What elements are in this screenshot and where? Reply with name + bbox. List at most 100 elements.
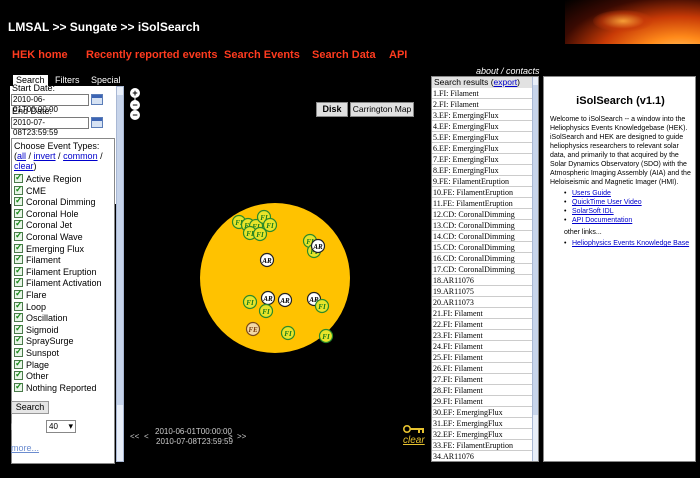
time-prev-button[interactable]: <	[144, 432, 149, 441]
disk-view-button[interactable]: Disk	[316, 102, 348, 117]
nav-recently-reported[interactable]: Recently reported events	[86, 49, 217, 61]
time-next-button[interactable]: >	[228, 432, 233, 441]
event-type-spraysurge[interactable]: SpraySurge	[14, 334, 74, 348]
max-hits-select[interactable]: 40	[46, 420, 76, 433]
end-calendar-icon[interactable]	[91, 117, 103, 128]
tab-filters[interactable]: Filters	[52, 75, 83, 86]
result-row[interactable]: 15.CD: CoronalDimming	[432, 242, 532, 253]
result-row[interactable]: 34.AR11076	[432, 451, 532, 461]
checkbox-icon[interactable]	[14, 311, 23, 323]
checkbox-icon[interactable]	[14, 276, 23, 288]
checkbox-icon[interactable]	[14, 242, 23, 253]
checkbox-icon[interactable]	[14, 288, 23, 299]
result-row[interactable]: 1.FI: Filament	[432, 88, 532, 99]
users-guide-link[interactable]: Users Guide	[564, 189, 694, 198]
checkbox-icon[interactable]	[14, 323, 23, 334]
result-row[interactable]: 20.AR11073	[432, 297, 532, 308]
result-row[interactable]: 26.FI: Filament	[432, 363, 532, 374]
event-marker-ar[interactable]: AR	[310, 238, 326, 254]
result-row[interactable]: 21.FI: Filament	[432, 308, 532, 319]
zoom-out-icon[interactable]: −	[130, 100, 140, 110]
result-row[interactable]: 3.EF: EmergingFlux	[432, 110, 532, 121]
event-type-active-region[interactable]: Active Region	[14, 172, 82, 186]
result-row[interactable]: 22.FI: Filament	[432, 319, 532, 330]
sun-disk-map[interactable]: FIFIFIFIFIFIFIFIFIARARFIARARARFIFIFIFIFE	[200, 203, 350, 353]
nav-search-data[interactable]: Search Data	[312, 49, 376, 61]
result-row[interactable]: 19.AR11075	[432, 286, 532, 297]
event-type-filament-eruption[interactable]: Filament Eruption	[14, 265, 97, 279]
event-type-nothing-reported[interactable]: Nothing Reported	[14, 381, 97, 395]
time-prev-fast-button[interactable]: <<	[130, 432, 139, 441]
result-row[interactable]: 27.FI: Filament	[432, 374, 532, 385]
result-row[interactable]: 24.FI: Filament	[432, 341, 532, 352]
result-row[interactable]: 33.FE: FilamentEruption	[432, 440, 532, 451]
checkbox-icon[interactable]	[14, 358, 23, 369]
result-row[interactable]: 18.AR11076	[432, 275, 532, 286]
result-row[interactable]: 2.FI: Filament	[432, 99, 532, 110]
checkbox-icon[interactable]	[14, 334, 23, 346]
checkbox-icon[interactable]	[14, 253, 23, 265]
event-type-coronal-jet[interactable]: Coronal Jet	[14, 218, 72, 232]
result-row[interactable]: 14.CD: CoronalDimming	[432, 231, 532, 242]
checkbox-icon[interactable]	[14, 195, 23, 207]
checkbox-icon[interactable]	[14, 346, 23, 357]
result-row[interactable]: 31.EF: EmergingFlux	[432, 418, 532, 429]
checkbox-icon[interactable]	[14, 172, 23, 183]
select-all-link[interactable]: all	[17, 151, 26, 161]
result-row[interactable]: 28.FI: Filament	[432, 385, 532, 396]
event-marker-ar[interactable]: AR	[260, 290, 276, 306]
event-type-coronal-wave[interactable]: Coronal Wave	[14, 230, 83, 244]
event-marker-fi[interactable]: FI	[314, 298, 330, 314]
nav-search-events[interactable]: Search Events	[224, 49, 300, 61]
result-row[interactable]: 6.EF: EmergingFlux	[432, 143, 532, 154]
checkbox-icon[interactable]	[14, 207, 23, 218]
event-marker-fi[interactable]: FI	[252, 226, 268, 242]
results-scrollbar[interactable]	[532, 77, 538, 461]
result-row[interactable]: 9.FE: FilamentEruption	[432, 176, 532, 187]
checkbox-icon[interactable]	[14, 381, 23, 392]
event-marker-fi[interactable]: FI	[318, 328, 334, 344]
start-calendar-icon[interactable]	[91, 94, 103, 105]
export-link[interactable]: export	[494, 77, 518, 87]
result-row[interactable]: 25.FI: Filament	[432, 352, 532, 363]
result-row[interactable]: 29.FI: Filament	[432, 396, 532, 407]
clear-map-link[interactable]: clear	[403, 435, 425, 446]
hek-knowledge-base-link[interactable]: Heliophysics Events Knowledge Base	[564, 239, 689, 248]
search-button[interactable]: Search	[11, 401, 49, 414]
tab-special[interactable]: Special	[88, 75, 124, 86]
zoom-in-icon[interactable]: +	[130, 88, 140, 98]
result-row[interactable]: 10.FE: FilamentEruption	[432, 187, 532, 198]
checkbox-icon[interactable]	[14, 218, 23, 230]
zoom-reset-icon[interactable]: −	[130, 110, 140, 120]
event-type-filament-activation[interactable]: Filament Activation	[14, 276, 102, 290]
nav-hek-home[interactable]: HEK home	[12, 49, 68, 61]
result-row[interactable]: 30.EF: EmergingFlux	[432, 407, 532, 418]
more-link[interactable]: more...	[11, 443, 39, 453]
key-icon[interactable]	[403, 424, 425, 434]
event-marker-ar[interactable]: AR	[259, 252, 275, 268]
carrington-map-button[interactable]: Carrington Map	[350, 102, 414, 117]
checkbox-icon[interactable]	[14, 300, 23, 311]
common-link[interactable]: common	[63, 151, 98, 161]
result-row[interactable]: 4.EF: EmergingFlux	[432, 121, 532, 132]
result-row[interactable]: 11.FE: FilamentEruption	[432, 198, 532, 209]
start-date-input[interactable]: 2010-06-01T00:00:00	[11, 94, 89, 114]
event-type-emerging-flux[interactable]: Emerging Flux	[14, 242, 84, 256]
event-type-coronal-dimming[interactable]: Coronal Dimming	[14, 195, 96, 209]
time-next-fast-button[interactable]: >>	[237, 432, 246, 441]
result-row[interactable]: 23.FI: Filament	[432, 330, 532, 341]
result-row[interactable]: 16.CD: CoronalDimming	[432, 253, 532, 264]
result-row[interactable]: 8.EF: EmergingFlux	[432, 165, 532, 176]
result-row[interactable]: 17.CD: CoronalDimming	[432, 264, 532, 275]
checkbox-icon[interactable]	[14, 184, 23, 195]
event-marker-fe[interactable]: FE	[245, 321, 261, 337]
result-row[interactable]: 12.CD: CoronalDimming	[432, 209, 532, 220]
event-type-coronal-hole[interactable]: Coronal Hole	[14, 207, 79, 221]
result-row[interactable]: 7.EF: EmergingFlux	[432, 154, 532, 165]
search-panel-scrollbar[interactable]	[116, 86, 124, 462]
clear-types-link[interactable]: clear	[14, 161, 34, 171]
result-row[interactable]: 5.EF: EmergingFlux	[432, 132, 532, 143]
result-row[interactable]: 32.EF: EmergingFlux	[432, 429, 532, 440]
event-marker-fi[interactable]: FI	[280, 325, 296, 341]
event-marker-ar[interactable]: AR	[277, 292, 293, 308]
